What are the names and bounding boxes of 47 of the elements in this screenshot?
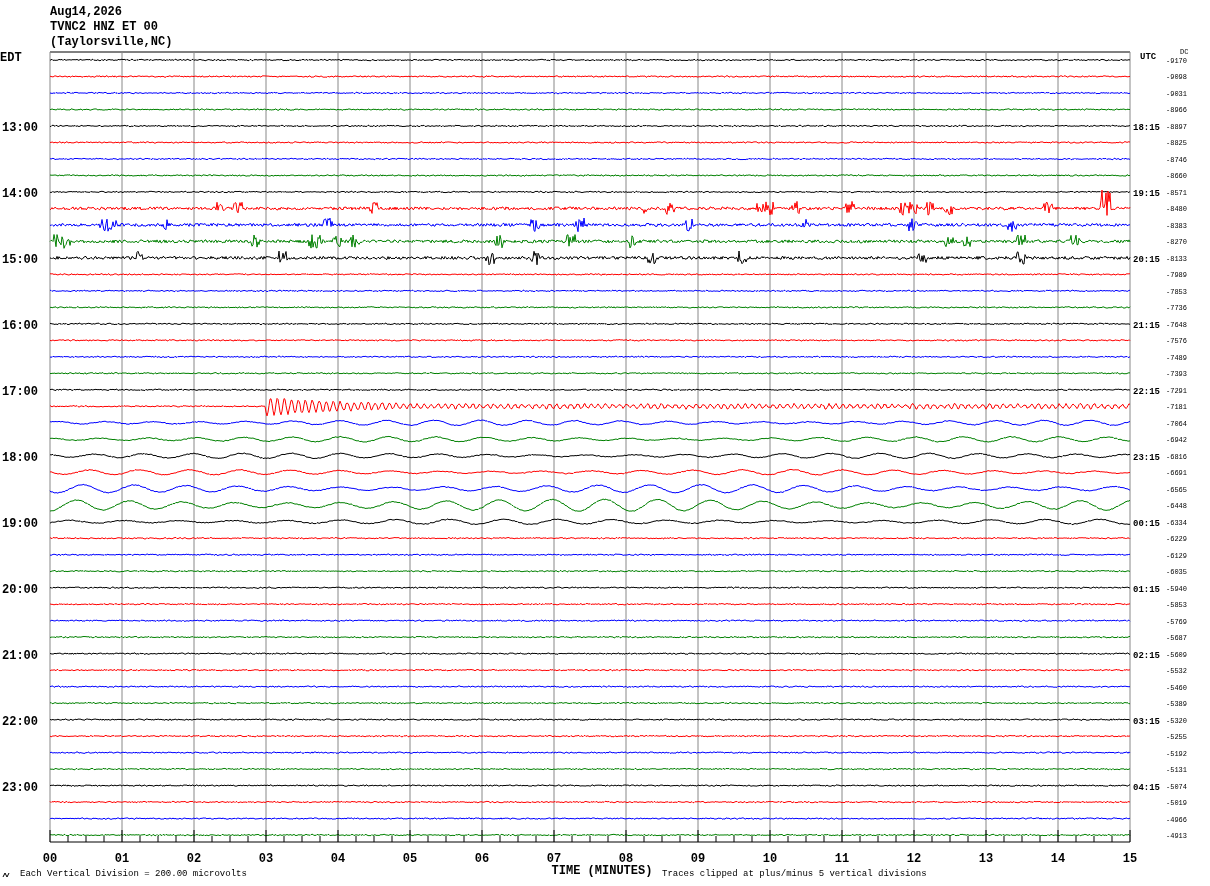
axis-tick-label: 04: [330, 852, 346, 866]
timezone-label: EDT: [0, 51, 22, 65]
plot-date: Aug14,2026: [50, 5, 122, 19]
squiggle-icon: [2, 872, 10, 878]
clip-note: Traces clipped at plus/minus 5 vertical divisions: [662, 869, 927, 879]
axis-tick-label: 08: [618, 852, 634, 866]
time-label: 04:15: [1133, 782, 1160, 793]
axis-tick-label: 00: [42, 852, 58, 866]
time-label: 21:00: [2, 648, 38, 663]
time-label: 13:00: [2, 120, 38, 135]
time-label: 19:00: [2, 516, 38, 531]
axis-tick-label: 09: [690, 852, 706, 866]
axis-tick-label: 06: [474, 852, 490, 866]
time-label: 17:00: [2, 384, 38, 399]
time-label: 18:15: [1133, 122, 1160, 133]
time-label: 14:00: [2, 186, 38, 201]
time-label: 22:15: [1133, 386, 1160, 397]
axis-tick-label: 15: [1122, 852, 1138, 866]
time-label: 20:00: [2, 582, 38, 597]
time-label: 16:00: [2, 318, 38, 333]
time-label: 21:15: [1133, 320, 1160, 331]
time-label: 23:00: [2, 780, 38, 795]
axis-tick-label: 02: [186, 852, 202, 866]
time-label: 03:15: [1133, 716, 1160, 727]
time-label: 00:15: [1133, 518, 1160, 529]
time-label: 15:00: [2, 252, 38, 267]
scale-note: Each Vertical Division = 200.00 microvolts: [20, 869, 247, 879]
axis-tick-label: 10: [762, 852, 778, 866]
time-label: 01:15: [1133, 584, 1160, 595]
axis-tick-label: 01: [114, 852, 130, 866]
axis-tick-label: 11: [834, 852, 850, 866]
axis-tick-label: 13: [978, 852, 994, 866]
axis-tick-label: 14: [1050, 852, 1066, 866]
axis-title: TIME (MINUTES): [551, 864, 653, 878]
time-label: 20:15: [1133, 254, 1160, 265]
time-label: 02:15: [1133, 650, 1160, 661]
time-label: 22:00: [2, 714, 38, 729]
axis-tick-label: 05: [402, 852, 418, 866]
timezone-label: UTC: [1140, 52, 1157, 62]
station-location: (Taylorsville,NC): [50, 35, 173, 49]
axis-tick-label: 03: [258, 852, 274, 866]
axis-tick-label: 07: [546, 852, 562, 866]
time-label: 18:00: [2, 450, 38, 465]
station-code: TVNC2 HNZ ET 00: [50, 20, 159, 34]
time-label: 23:15: [1133, 452, 1160, 463]
time-label: 19:15: [1133, 188, 1160, 199]
axis-tick-label: 12: [906, 852, 922, 866]
